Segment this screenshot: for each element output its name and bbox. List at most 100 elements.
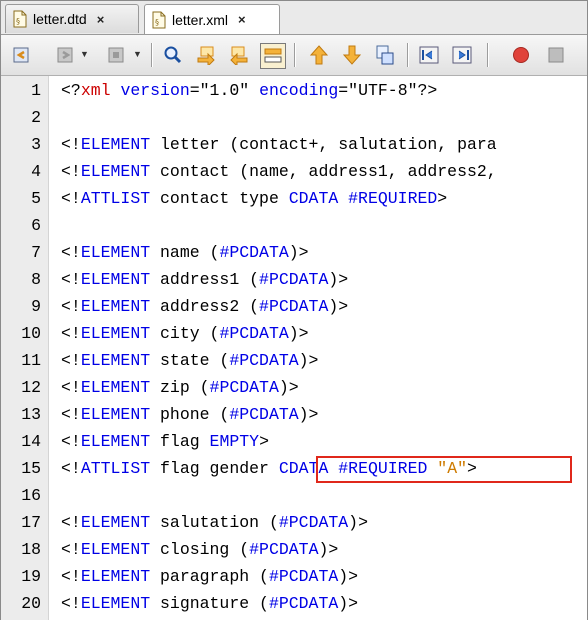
find-next-icon[interactable] [227, 43, 251, 67]
code-text: <!ELEMENT closing (#PCDATA)> [61, 536, 338, 563]
code-text: <?xml version="1.0" encoding="UTF-8"?> [61, 77, 437, 104]
code-token: <! [61, 513, 81, 532]
next-bookmark-icon[interactable] [340, 43, 364, 67]
svg-text:§: § [16, 17, 20, 26]
xml-file-icon: § [152, 11, 166, 29]
code-token: )> [288, 243, 309, 262]
code-line[interactable]: 13 <!ELEMENT phone (#PCDATA)> [1, 401, 587, 428]
code-token: )> [298, 351, 319, 370]
code-line[interactable]: 4 <!ELEMENT contact (name, address1, addr… [1, 158, 587, 185]
code-text: <!ELEMENT zip (#PCDATA)> [61, 374, 299, 401]
code-line[interactable]: 19 <!ELEMENT paragraph (#PCDATA)> [1, 563, 587, 590]
code-token: ="1.0" [189, 81, 260, 100]
code-line[interactable]: 20 <!ELEMENT signature (#PCDATA)> [1, 590, 587, 617]
stop-macro-icon[interactable] [544, 43, 568, 67]
code-token-kw: encoding [259, 81, 339, 100]
code-token: )> [318, 540, 339, 559]
close-icon[interactable]: × [97, 12, 105, 27]
code-text: <!ELEMENT paragraph (#PCDATA)> [61, 563, 358, 590]
code-token-kw: #PCDATA [209, 378, 279, 397]
code-token: <! [61, 378, 81, 397]
code-token-kw: ELEMENT [80, 567, 151, 586]
code-line[interactable]: 12 <!ELEMENT zip (#PCDATA)> [1, 374, 587, 401]
code-token: <! [61, 324, 81, 343]
shift-left-icon[interactable] [417, 43, 441, 67]
code-token-kw: #PCDATA [259, 297, 329, 316]
code-token: <! [61, 567, 81, 586]
code-token-kw: version [120, 81, 190, 100]
forward-icon[interactable] [53, 43, 77, 67]
code-line[interactable]: 9 <!ELEMENT address2 (#PCDATA)> [1, 293, 587, 320]
code-token-kw: CDATA #REQUIRED [288, 189, 438, 208]
code-text: <!ATTLIST contact type CDATA #REQUIRED> [61, 185, 447, 212]
code-token: <! [61, 405, 81, 424]
find-previous-icon[interactable] [194, 43, 218, 67]
code-token-kw: ELEMENT [80, 324, 151, 343]
toggle-highlight-icon[interactable] [260, 43, 286, 69]
dtd-file-icon: § [13, 10, 27, 28]
code-line[interactable]: 2 [1, 104, 587, 131]
code-editor[interactable]: 1 <?xml version="1.0" encoding="UTF-8"?> 2… [1, 76, 587, 620]
code-token-kw: ELEMENT [80, 540, 151, 559]
shift-right-icon[interactable] [450, 43, 474, 67]
code-text: <!ELEMENT contact (name, address1, addre… [61, 158, 497, 185]
code-token: zip ( [150, 378, 210, 397]
toolbar-separator [151, 43, 153, 67]
toggle-bookmark-icon[interactable] [373, 43, 397, 67]
line-number: 3 [31, 135, 41, 154]
code-line[interactable]: 8 <!ELEMENT address1 (#PCDATA)> [1, 266, 587, 293]
code-text: <!ELEMENT city (#PCDATA)> [61, 320, 309, 347]
code-token-kw: #PCDATA [268, 594, 339, 613]
chevron-down-icon[interactable]: ▼ [133, 49, 142, 59]
line-number: 1 [31, 81, 41, 100]
highlight-box [316, 456, 572, 483]
close-icon[interactable]: × [238, 12, 246, 27]
tab-letter-dtd[interactable]: § letter.dtd × [5, 4, 139, 33]
code-token: )> [298, 405, 319, 424]
line-number: 11 [21, 351, 41, 370]
code-line[interactable]: 14 <!ELEMENT flag EMPTY> [1, 428, 587, 455]
code-text: <!ELEMENT letter (contact+, salutation, … [61, 131, 497, 158]
code-token: contact (name, address1, address2, [150, 162, 497, 181]
chevron-down-icon[interactable]: ▼ [80, 49, 89, 59]
code-token-kw: #PCDATA [229, 405, 299, 424]
start-macro-icon[interactable] [509, 43, 533, 67]
code-token-kw: ELEMENT [80, 594, 151, 613]
code-text: <!ELEMENT state (#PCDATA)> [61, 347, 318, 374]
code-line[interactable]: 3 <!ELEMENT letter (contact+, salutation,… [1, 131, 587, 158]
toolbar-separator [407, 43, 409, 67]
line-number: 7 [31, 243, 41, 262]
code-line[interactable]: 11 <!ELEMENT state (#PCDATA)> [1, 347, 587, 374]
code-line[interactable]: 7 <!ELEMENT name (#PCDATA)> [1, 239, 587, 266]
last-edit-icon[interactable] [104, 43, 128, 67]
tab-label: letter.dtd [33, 11, 87, 27]
code-line[interactable]: 10 <!ELEMENT city (#PCDATA)> [1, 320, 587, 347]
code-line[interactable]: 16 [1, 482, 587, 509]
code-line[interactable]: 1 <?xml version="1.0" encoding="UTF-8"?> [1, 77, 587, 104]
code-token-kw: ATTLIST [80, 189, 151, 208]
code-token: ="UTF-8"?> [338, 81, 438, 100]
code-line[interactable]: 17 <!ELEMENT salutation (#PCDATA)> [1, 509, 587, 536]
code-token-kw: #PCDATA [219, 243, 289, 262]
line-number: 2 [31, 108, 41, 127]
code-text: <!ELEMENT name (#PCDATA)> [61, 239, 309, 266]
code-token: address2 ( [150, 297, 260, 316]
code-token-kw: ELEMENT [80, 405, 151, 424]
code-token: <! [61, 243, 81, 262]
code-token: <! [61, 594, 81, 613]
code-token: <! [61, 351, 81, 370]
line-number: 4 [31, 162, 41, 181]
tab-letter-xml[interactable]: § letter.xml × [144, 4, 280, 34]
code-line[interactable]: 5 <!ATTLIST contact type CDATA #REQUIRED> [1, 185, 587, 212]
code-token-kw: ELEMENT [80, 162, 151, 181]
svg-text:§: § [155, 18, 159, 27]
back-icon[interactable] [9, 43, 33, 67]
previous-bookmark-icon[interactable] [307, 43, 331, 67]
line-number: 18 [21, 540, 41, 559]
code-line[interactable]: 18 <!ELEMENT closing (#PCDATA)> [1, 536, 587, 563]
code-line[interactable]: 6 [1, 212, 587, 239]
find-icon[interactable] [161, 43, 185, 67]
code-text: <!ELEMENT salutation (#PCDATA)> [61, 509, 368, 536]
code-token: )> [338, 594, 359, 613]
